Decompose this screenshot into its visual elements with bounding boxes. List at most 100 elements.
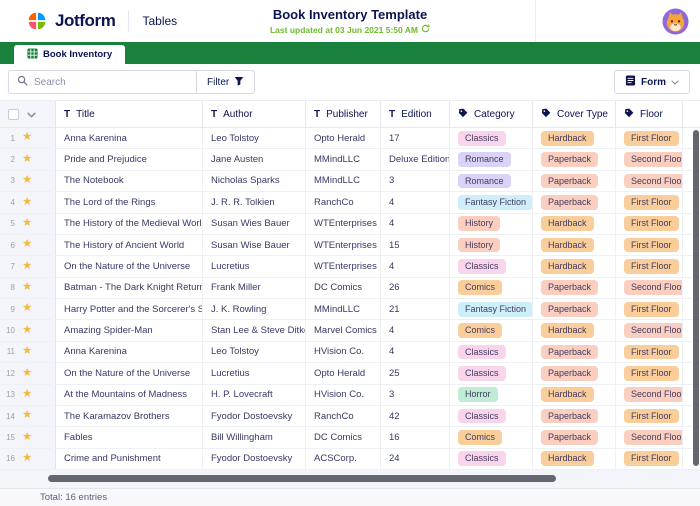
- cell-cover-type[interactable]: Hardback: [533, 256, 616, 276]
- cell-author[interactable]: Lucretius: [203, 363, 306, 383]
- cell-publisher[interactable]: Marvel Comics: [306, 320, 381, 340]
- cell-cover-type[interactable]: Paperback: [533, 171, 616, 191]
- cell-publisher[interactable]: DC Comics: [306, 427, 381, 447]
- star-icon[interactable]: ★: [22, 175, 32, 187]
- cell-category[interactable]: Comics: [450, 278, 533, 298]
- cell-title[interactable]: Anna Karenina: [56, 128, 203, 148]
- brand-wordmark[interactable]: Jotform: [55, 11, 115, 31]
- cell-title[interactable]: Fables: [56, 427, 203, 447]
- form-button[interactable]: Form: [614, 70, 690, 94]
- cell-cover-type[interactable]: Paperback: [533, 427, 616, 447]
- cell-category[interactable]: Romance: [450, 149, 533, 169]
- cell-author[interactable]: J. R. R. Tolkien: [203, 192, 306, 212]
- star-icon[interactable]: ★: [22, 261, 32, 273]
- avatar[interactable]: [662, 8, 689, 35]
- star-icon[interactable]: ★: [22, 368, 32, 380]
- star-icon[interactable]: ★: [22, 197, 32, 209]
- cell-cover-type[interactable]: Paperback: [533, 192, 616, 212]
- cell-edition[interactable]: 26: [381, 278, 450, 298]
- cell-author[interactable]: Leo Tolstoy: [203, 128, 306, 148]
- cell-category[interactable]: Classics: [450, 406, 533, 426]
- cell-cover-type[interactable]: Hardback: [533, 214, 616, 234]
- cell-title[interactable]: Anna Karenina: [56, 342, 203, 362]
- cell-edition[interactable]: 16: [381, 427, 450, 447]
- cell-author[interactable]: Fyodor Dostoevsky: [203, 406, 306, 426]
- cell-publisher[interactable]: WTEnterprises: [306, 214, 381, 234]
- cell-publisher[interactable]: WTEnterprises: [306, 235, 381, 255]
- tab-book-inventory[interactable]: Book Inventory: [14, 45, 125, 64]
- cell-edition[interactable]: 4: [381, 342, 450, 362]
- cell-title[interactable]: At the Mountains of Madness: [56, 385, 203, 405]
- refresh-icon[interactable]: [421, 24, 430, 35]
- cell-cover-type[interactable]: Paperback: [533, 342, 616, 362]
- cell-cover-type[interactable]: Hardback: [533, 449, 616, 469]
- cell-author[interactable]: Bill Willingham: [203, 427, 306, 447]
- cell-edition[interactable]: 42: [381, 406, 450, 426]
- cell-title[interactable]: The Notebook: [56, 171, 203, 191]
- cell-title[interactable]: The History of the Medieval World: [56, 214, 203, 234]
- cell-author[interactable]: Lucretius: [203, 256, 306, 276]
- cell-floor[interactable]: First Floor: [616, 449, 683, 469]
- cell-publisher[interactable]: Opto Herald: [306, 128, 381, 148]
- cell-author[interactable]: Nicholas Sparks: [203, 171, 306, 191]
- cell-edition[interactable]: 4: [381, 256, 450, 276]
- cell-title[interactable]: The History of Ancient World: [56, 235, 203, 255]
- cell-author[interactable]: Jane Austen: [203, 149, 306, 169]
- cell-title[interactable]: Crime and Punishment: [56, 449, 203, 469]
- cell-category[interactable]: Classics: [450, 256, 533, 276]
- cell-publisher[interactable]: MMindLLC: [306, 299, 381, 319]
- cell-title[interactable]: Batman - The Dark Knight Returns: [56, 278, 203, 298]
- cell-floor[interactable]: Second Floor: [616, 171, 683, 191]
- vertical-scrollbar[interactable]: [693, 130, 699, 466]
- cell-publisher[interactable]: MMindLLC: [306, 171, 381, 191]
- filter-button[interactable]: Filter: [196, 70, 255, 94]
- column-header-title[interactable]: TTitle: [56, 101, 203, 127]
- star-icon[interactable]: ★: [22, 389, 32, 401]
- cell-title[interactable]: On the Nature of the Universe: [56, 363, 203, 383]
- star-icon[interactable]: ★: [22, 132, 32, 144]
- column-header-cover-type[interactable]: Cover Type: [533, 101, 616, 127]
- cell-publisher[interactable]: MMindLLC: [306, 149, 381, 169]
- cell-title[interactable]: Amazing Spider-Man: [56, 320, 203, 340]
- cell-title[interactable]: Harry Potter and the Sorcerer's Stone: [56, 299, 203, 319]
- cell-publisher[interactable]: WTEnterprises: [306, 256, 381, 276]
- cell-author[interactable]: J. K. Rowling: [203, 299, 306, 319]
- star-icon[interactable]: ★: [22, 453, 32, 465]
- cell-publisher[interactable]: HVision Co.: [306, 385, 381, 405]
- cell-cover-type[interactable]: Paperback: [533, 299, 616, 319]
- cell-floor[interactable]: Second Floor: [616, 278, 683, 298]
- cell-author[interactable]: Fyodor Dostoevsky: [203, 449, 306, 469]
- cell-cover-type[interactable]: Hardback: [533, 385, 616, 405]
- cell-edition[interactable]: 21: [381, 299, 450, 319]
- star-icon[interactable]: ★: [22, 410, 32, 422]
- cell-floor[interactable]: Second Floor: [616, 427, 683, 447]
- star-icon[interactable]: ★: [22, 346, 32, 358]
- horizontal-scrollbar[interactable]: [48, 475, 556, 482]
- cell-category[interactable]: Classics: [450, 342, 533, 362]
- column-header-author[interactable]: TAuthor: [203, 101, 306, 127]
- cell-edition[interactable]: 3: [381, 171, 450, 191]
- cell-cover-type[interactable]: Paperback: [533, 278, 616, 298]
- cell-edition[interactable]: Deluxe Edition: [381, 149, 450, 169]
- cell-publisher[interactable]: DC Comics: [306, 278, 381, 298]
- star-icon[interactable]: ★: [22, 282, 32, 294]
- cell-author[interactable]: H. P. Lovecraft: [203, 385, 306, 405]
- cell-category[interactable]: Horror: [450, 385, 533, 405]
- select-all-checkbox[interactable]: [8, 109, 19, 120]
- cell-floor[interactable]: First Floor: [616, 235, 683, 255]
- cell-edition[interactable]: 3: [381, 385, 450, 405]
- cell-author[interactable]: Stan Lee & Steve Ditko: [203, 320, 306, 340]
- cell-category[interactable]: Fantasy Fiction: [450, 192, 533, 212]
- cell-cover-type[interactable]: Paperback: [533, 406, 616, 426]
- column-header-category[interactable]: Category: [450, 101, 533, 127]
- cell-category[interactable]: Romance: [450, 171, 533, 191]
- cell-author[interactable]: Leo Tolstoy: [203, 342, 306, 362]
- cell-edition[interactable]: 17: [381, 128, 450, 148]
- cell-floor[interactable]: First Floor: [616, 363, 683, 383]
- cell-floor[interactable]: First Floor: [616, 214, 683, 234]
- cell-cover-type[interactable]: Hardback: [533, 128, 616, 148]
- jotform-logo-icon[interactable]: [26, 10, 48, 32]
- cell-cover-type[interactable]: Hardback: [533, 320, 616, 340]
- cell-publisher[interactable]: HVision Co.: [306, 342, 381, 362]
- cell-category[interactable]: Classics: [450, 128, 533, 148]
